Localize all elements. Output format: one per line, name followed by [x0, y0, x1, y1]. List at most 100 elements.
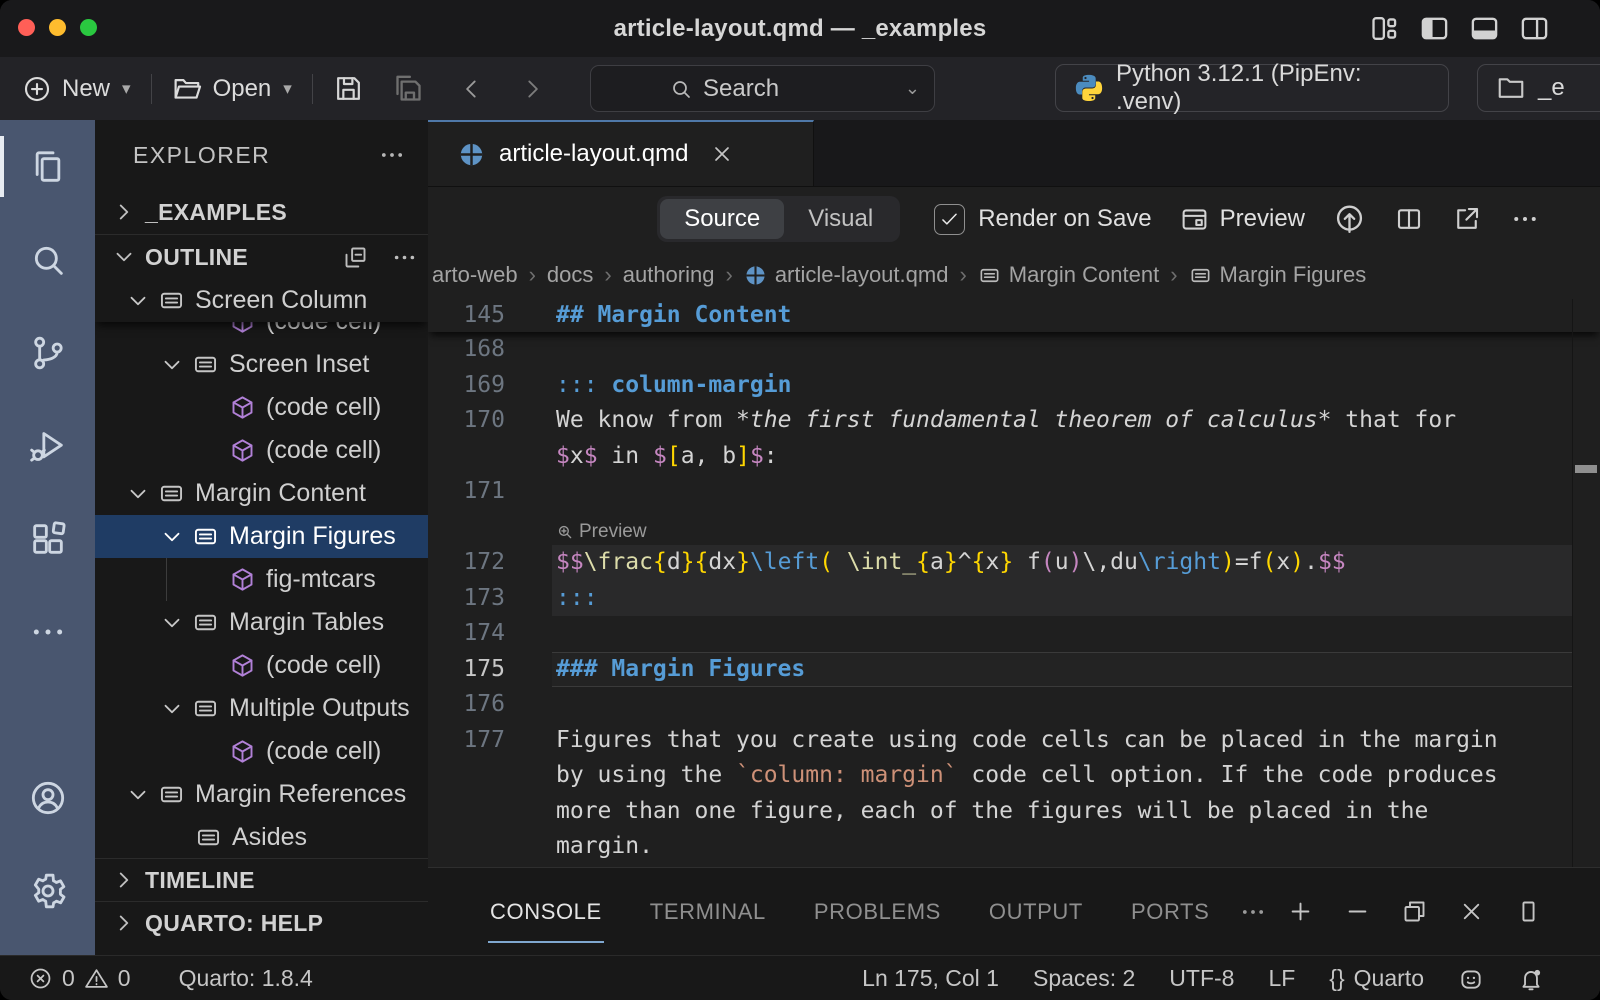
breadcrumb-item[interactable]: docs [547, 262, 593, 288]
status-spaces-2[interactable]: Spaces: 2 [1033, 965, 1135, 992]
line-text: ::: column-margin [556, 368, 791, 404]
outline-item-margin-tables[interactable]: Margin Tables [95, 601, 428, 644]
explorer-header: EXPLORER [95, 120, 428, 190]
breadcrumb-item[interactable]: authoring [623, 262, 715, 288]
explorer-sidebar: EXPLORER _EXAMPLES OUTLINE Screen Column… [95, 120, 429, 955]
breadcrumb-separator: › [527, 262, 538, 288]
line-text: more than one figure, each of the figure… [556, 794, 1428, 830]
status-bell[interactable] [1518, 966, 1544, 992]
plus-icon[interactable] [1287, 898, 1314, 925]
section-quarto-help[interactable]: QUARTO: HELP [95, 901, 428, 955]
breadcrumb-item[interactable]: Margin Figures [1189, 262, 1367, 288]
preview-button[interactable]: Preview [1180, 205, 1305, 234]
chevron-down-icon [125, 782, 151, 808]
activity-more[interactable] [0, 585, 95, 678]
new-button[interactable]: New ▾ [22, 74, 131, 104]
breadcrumb-item[interactable]: arto-web [432, 262, 518, 288]
panel-tab-ports[interactable]: PORTS [1107, 868, 1233, 955]
more-actions-icon[interactable] [1239, 898, 1267, 926]
workspace-folder-button[interactable]: _e [1477, 64, 1600, 112]
split-editor-icon[interactable] [1394, 204, 1424, 234]
code-line-175: 175### Margin Figures [428, 652, 1600, 688]
custom-layout-icon[interactable] [1369, 13, 1400, 44]
line-text: $x$ in $[a, b]$: [556, 439, 778, 475]
section-timeline[interactable]: TIMELINE [95, 859, 428, 901]
outline-item-margin-references[interactable]: Margin References [95, 773, 428, 816]
code-line-wrap: $x$ in $[a, b]$: [428, 439, 1600, 475]
outline-item-margin-content[interactable]: Margin Content [95, 472, 428, 515]
more-actions-icon[interactable] [1510, 204, 1540, 234]
code-editor[interactable]: 145 ## Margin Content 168169::: column-m… [428, 299, 1600, 867]
outline-item-code-cell[interactable]: (code cell) [95, 644, 428, 687]
codelens-preview[interactable]: Preview [428, 510, 1600, 546]
open-button[interactable]: Open ▾ [172, 73, 292, 104]
save-icon[interactable] [333, 73, 364, 104]
tab-article-layout[interactable]: article-layout.qmd [428, 120, 814, 186]
status-utf-8[interactable]: UTF-8 [1169, 965, 1234, 992]
outline-item-fig-mtcars[interactable]: fig-mtcars [95, 558, 428, 601]
source-mode-button[interactable]: Source [660, 199, 784, 239]
render-on-save-checkbox[interactable]: Render on Save [934, 204, 1151, 235]
activity-settings[interactable] [0, 844, 95, 937]
status-ln-175-col-1[interactable]: Ln 175, Col 1 [862, 965, 999, 992]
toggle-secondary-sidebar-icon[interactable] [1519, 13, 1550, 44]
panel-rect-icon[interactable] [1515, 898, 1542, 925]
visual-mode-button[interactable]: Visual [784, 199, 897, 239]
section-examples[interactable]: _EXAMPLES [95, 190, 428, 234]
more-actions-icon[interactable] [391, 244, 418, 271]
section-outline[interactable]: OUTLINE [95, 234, 428, 279]
save-all-icon[interactable] [392, 72, 425, 105]
breadcrumb-item[interactable]: Margin Content [978, 262, 1159, 288]
python-icon [1074, 73, 1104, 103]
breadcrumb-separator: › [723, 262, 734, 288]
interpreter-selector[interactable]: Python 3.12.1 (PipEnv: .venv) [1055, 64, 1449, 112]
sticky-scroll-line[interactable]: 145 ## Margin Content [428, 299, 1600, 332]
outline-item-asides[interactable]: Asides [95, 816, 428, 858]
panel-tab-console[interactable]: CONSOLE [466, 868, 626, 955]
minus-icon[interactable] [1344, 898, 1371, 925]
more-actions-icon[interactable] [378, 141, 406, 169]
close-panel-icon[interactable] [1458, 898, 1485, 925]
outline-item-code-cell[interactable]: (code cell) [95, 730, 428, 773]
toolbar-separator [312, 74, 313, 104]
quarto-version-status[interactable]: Quarto: 1.8.4 [179, 965, 313, 992]
collapse-all-icon[interactable] [342, 244, 369, 271]
activity-source-control[interactable] [0, 306, 95, 399]
outline-item-multiple-outputs[interactable]: Multiple Outputs [95, 687, 428, 730]
editor-toolbar: Source Visual Render on Save Preview [428, 187, 1600, 251]
back-icon[interactable] [459, 76, 485, 102]
publish-icon[interactable] [1333, 203, 1366, 236]
panel-tab-output[interactable]: OUTPUT [965, 868, 1107, 955]
outline-item-screen-inset[interactable]: Screen Inset [95, 343, 428, 386]
panel-tab-problems[interactable]: PROBLEMS [790, 868, 965, 955]
status-lf[interactable]: LF [1268, 965, 1295, 992]
outline-item-label: Margin References [195, 780, 406, 809]
activity-extensions[interactable] [0, 492, 95, 585]
breadcrumb-item[interactable]: article-layout.qmd [744, 262, 949, 288]
panel-tab-terminal[interactable]: TERMINAL [626, 868, 790, 955]
activity-debug[interactable] [0, 399, 95, 492]
outline-item-screen-column[interactable]: Screen Column [95, 279, 428, 322]
toggle-panel-icon[interactable] [1469, 13, 1500, 44]
scrollbar-thumb[interactable] [1575, 465, 1597, 473]
chevron-down-icon [159, 352, 185, 378]
close-tab-icon[interactable] [710, 142, 734, 166]
outline-item-margin-figures[interactable]: Margin Figures [95, 515, 428, 558]
status-feedback[interactable] [1458, 966, 1484, 992]
title-bar: article-layout.qmd — _examples [0, 0, 1600, 57]
app-window: article-layout.qmd — _examples New ▾ Ope… [0, 0, 1600, 1000]
source-visual-toggle: Source Visual [657, 196, 900, 242]
search-input[interactable]: Search ⌄ [590, 65, 935, 112]
activity-files[interactable] [0, 120, 95, 213]
outline-item-code-cell[interactable]: (code cell) [95, 429, 428, 472]
activity-account[interactable] [0, 751, 95, 844]
toggle-sidebar-icon[interactable] [1419, 13, 1450, 44]
forward-icon[interactable] [519, 76, 545, 102]
problems-status[interactable]: 0 0 [28, 965, 131, 992]
outline-item-code-cell[interactable]: (code cell) [95, 386, 428, 429]
restore-icon[interactable] [1401, 898, 1428, 925]
status-quarto[interactable]: {}Quarto [1329, 965, 1424, 992]
activity-search[interactable] [0, 213, 95, 306]
open-external-icon[interactable] [1452, 204, 1482, 234]
code-line-wrap: margin. [428, 829, 1600, 865]
